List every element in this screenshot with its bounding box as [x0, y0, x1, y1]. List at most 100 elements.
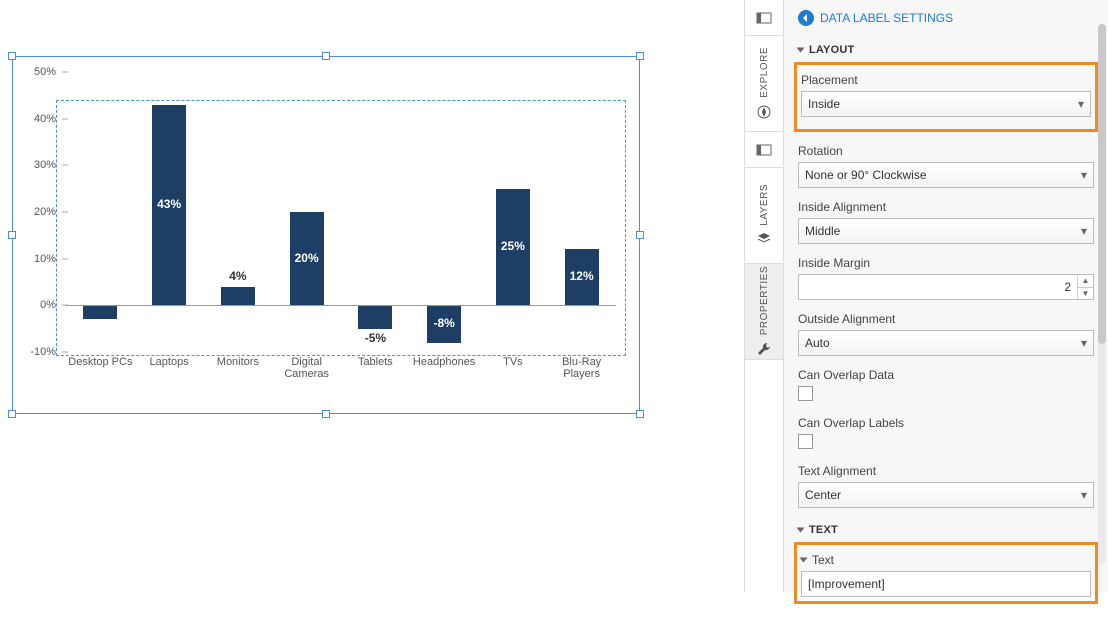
panel-icon	[756, 10, 772, 26]
tab-layers[interactable]: LAYERS	[745, 168, 783, 264]
bar-data-label: -8%	[419, 316, 469, 330]
spinner[interactable]: ▲▼	[1077, 275, 1093, 299]
scrollbar-thumb[interactable]	[1098, 24, 1106, 344]
chevron-down-icon	[797, 48, 805, 53]
bar-data-label: -5%	[350, 331, 400, 345]
chevron-down-icon: ▾	[1081, 336, 1087, 350]
inside-align-select[interactable]: Middle ▾	[798, 218, 1094, 244]
section-layout[interactable]: LAYOUT	[798, 36, 1094, 60]
resize-handle[interactable]	[636, 410, 644, 418]
highlight-placement: Placement Inside ▾	[794, 62, 1098, 132]
resize-handle[interactable]	[8, 231, 16, 239]
layers-icon	[756, 231, 772, 247]
y-tick-label: 40%	[12, 113, 56, 125]
x-category-label: Headphones	[409, 356, 479, 368]
bar-data-label: 12%	[557, 269, 607, 283]
back-data-label-settings[interactable]: DATA LABEL SETTINGS	[784, 0, 1108, 36]
text-field-label: Text	[812, 553, 834, 567]
tab-explore[interactable]: EXPLORE	[745, 36, 783, 132]
x-axis	[66, 305, 616, 306]
tab-label: LAYERS	[759, 184, 770, 226]
compass-icon	[756, 104, 772, 120]
x-category-label: TVs	[478, 356, 548, 368]
resize-handle[interactable]	[636, 52, 644, 60]
back-label: DATA LABEL SETTINGS	[820, 11, 953, 25]
rotation-select[interactable]: None or 90° Clockwise ▾	[798, 162, 1094, 188]
x-category-label: Laptops	[134, 356, 204, 368]
text-input[interactable]: [Improvement]	[801, 571, 1091, 597]
inside-margin-input[interactable]: 2 ▲▼	[798, 274, 1094, 300]
side-tabstrip: EXPLORE LAYERS PROPERTIES	[744, 0, 784, 592]
x-category-label: Monitors	[203, 356, 273, 368]
y-tick-label: -10%	[12, 346, 56, 358]
back-arrow-icon	[798, 10, 814, 26]
select-value: Inside	[808, 97, 840, 111]
inside-margin-label: Inside Margin	[798, 256, 1094, 274]
placement-select[interactable]: Inside ▾	[801, 91, 1091, 117]
y-tick-mark	[62, 212, 68, 213]
bar-data-label: 43%	[144, 197, 194, 211]
bar-data-label: 25%	[488, 239, 538, 253]
section-text[interactable]: TEXT	[798, 516, 1094, 540]
tab-label: PROPERTIES	[759, 266, 770, 335]
tab-properties[interactable]: PROPERTIES	[745, 264, 783, 360]
resize-handle[interactable]	[322, 52, 330, 60]
y-tick-label: 30%	[12, 159, 56, 171]
highlight-text: Text [Improvement]	[794, 542, 1098, 604]
select-value: Middle	[805, 224, 840, 238]
x-category-label: Tablets	[340, 356, 410, 368]
chevron-down-icon	[800, 558, 808, 563]
bar-data-label: 20%	[282, 251, 332, 265]
chart-selection-frame[interactable]: Desktop PCs 43% Laptops 4% Monitors 20% Digita…	[12, 56, 640, 414]
input-value: [Improvement]	[808, 577, 885, 591]
rotation-label: Rotation	[798, 144, 1094, 162]
outside-align-label: Outside Alignment	[798, 312, 1094, 330]
y-tick-mark	[62, 352, 68, 353]
chevron-down-icon: ▾	[1081, 224, 1087, 238]
y-tick-label: 50%	[12, 66, 56, 78]
input-value: 2	[805, 280, 1077, 294]
resize-handle[interactable]	[8, 52, 16, 60]
y-tick-label: 20%	[12, 206, 56, 218]
x-category-label: Digital Cameras	[272, 356, 342, 380]
y-tick-mark	[62, 72, 68, 73]
y-tick-mark	[62, 305, 68, 306]
chevron-down-icon	[797, 528, 805, 533]
outside-align-select[interactable]: Auto ▾	[798, 330, 1094, 356]
resize-handle[interactable]	[636, 231, 644, 239]
select-value: Center	[805, 488, 841, 502]
resize-handle[interactable]	[8, 410, 16, 418]
collapse-toggle-2[interactable]	[745, 132, 783, 168]
select-value: None or 90° Clockwise	[805, 168, 927, 182]
text-align-label: Text Alignment	[798, 464, 1094, 482]
chevron-down-icon: ▾	[1078, 97, 1084, 111]
tab-label: EXPLORE	[759, 47, 770, 98]
placement-label: Placement	[801, 73, 1091, 91]
bar[interactable]	[358, 305, 392, 328]
x-category-label: Desktop PCs	[65, 356, 135, 368]
x-category-label: Blu-Ray Players	[547, 356, 617, 380]
collapse-toggle[interactable]	[745, 0, 783, 36]
spin-up-icon[interactable]: ▲	[1078, 275, 1093, 288]
spin-down-icon[interactable]: ▼	[1078, 288, 1093, 300]
text-align-select[interactable]: Center ▾	[798, 482, 1094, 508]
chevron-down-icon: ▾	[1081, 488, 1087, 502]
wrench-icon	[756, 341, 772, 357]
bar-data-label: 4%	[213, 269, 263, 283]
select-value: Auto	[805, 336, 830, 350]
bar-chart[interactable]: Desktop PCs43%Laptops4%Monitors20%Digita…	[66, 72, 616, 352]
chevron-down-icon: ▾	[1081, 168, 1087, 182]
overlap-data-checkbox[interactable]	[798, 386, 813, 401]
properties-panel: DATA LABEL SETTINGS LAYOUT Placement Ins…	[784, 0, 1108, 592]
overlap-labels-checkbox[interactable]	[798, 434, 813, 449]
section-title: TEXT	[809, 524, 838, 536]
resize-handle[interactable]	[322, 410, 330, 418]
y-tick-label: 10%	[12, 253, 56, 265]
bar[interactable]	[83, 305, 117, 319]
y-tick-mark	[62, 165, 68, 166]
text-subsection[interactable]: Text	[801, 549, 1091, 571]
y-tick-mark	[62, 258, 68, 259]
bar[interactable]	[221, 287, 255, 306]
section-title: LAYOUT	[809, 44, 854, 56]
y-tick-label: 0%	[12, 299, 56, 311]
